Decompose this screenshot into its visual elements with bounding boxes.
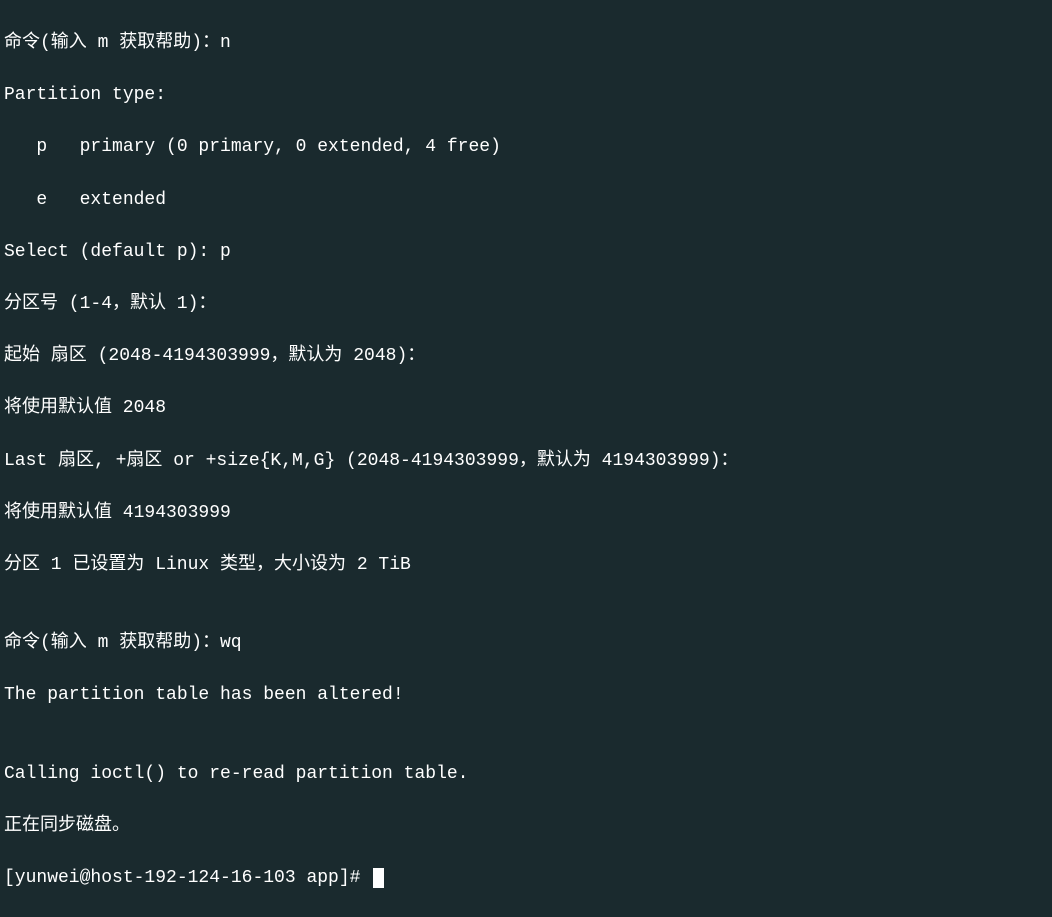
terminal-line: 分区 1 已设置为 Linux 类型，大小设为 2 TiB [4, 552, 1048, 578]
terminal-output[interactable]: 命令(输入 m 获取帮助)：n Partition type: p primar… [4, 4, 1048, 917]
terminal-line: 将使用默认值 2048 [4, 395, 1048, 421]
terminal-line: 正在同步磁盘。 [4, 813, 1048, 839]
terminal-line: p primary (0 primary, 0 extended, 4 free… [4, 134, 1048, 160]
terminal-line: 命令(输入 m 获取帮助)：wq [4, 630, 1048, 656]
terminal-line: Select (default p): p [4, 239, 1048, 265]
cursor-icon [373, 868, 384, 888]
terminal-line: 将使用默认值 4194303999 [4, 500, 1048, 526]
terminal-prompt-line[interactable]: [yunwei@host-192-124-16-103 app]# [4, 865, 1048, 891]
terminal-line: 起始 扇区 (2048-4194303999，默认为 2048)： [4, 343, 1048, 369]
terminal-line: The partition table has been altered! [4, 682, 1048, 708]
terminal-line: Last 扇区, +扇区 or +size{K,M,G} (2048-41943… [4, 448, 1048, 474]
shell-prompt: [yunwei@host-192-124-16-103 app]# [4, 868, 371, 888]
terminal-line: e extended [4, 187, 1048, 213]
terminal-line: Calling ioctl() to re-read partition tab… [4, 761, 1048, 787]
terminal-line: 分区号 (1-4，默认 1)： [4, 291, 1048, 317]
terminal-line: Partition type: [4, 82, 1048, 108]
terminal-line: 命令(输入 m 获取帮助)：n [4, 30, 1048, 56]
